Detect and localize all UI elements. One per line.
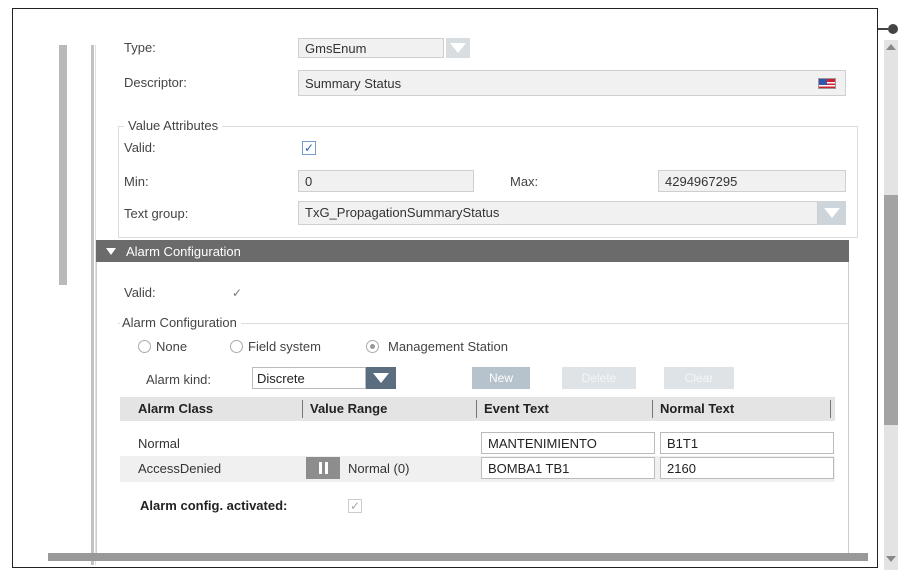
chevron-down-icon bbox=[450, 43, 466, 53]
alarm-valid-label: Valid: bbox=[124, 285, 156, 300]
bottom-scroll-strip bbox=[48, 553, 868, 561]
checkmark-icon: ✓ bbox=[231, 286, 243, 300]
row1-normal-text[interactable]: B1T1 bbox=[660, 432, 834, 454]
column-separator[interactable] bbox=[830, 400, 831, 418]
alarm-configuration-header-label: Alarm Configuration bbox=[126, 243, 241, 259]
scroll-up-icon[interactable] bbox=[886, 44, 896, 50]
radio-management-station-label: Management Station bbox=[388, 339, 508, 354]
type-label: Type: bbox=[124, 40, 156, 55]
type-field[interactable]: GmsEnum bbox=[298, 38, 444, 58]
radio-none[interactable] bbox=[138, 340, 151, 353]
min-label-row: Min: bbox=[124, 174, 149, 189]
alarm-table-header: Alarm Class Value Range Event Text Norma… bbox=[120, 397, 835, 421]
new-button[interactable]: New bbox=[472, 367, 530, 389]
left-margin bbox=[13, 9, 61, 567]
row2-value-range: Normal (0) bbox=[348, 461, 410, 476]
row1-alarm-class: Normal bbox=[138, 436, 180, 451]
chevron-down-icon bbox=[373, 373, 389, 383]
min-label: Min: bbox=[124, 174, 149, 189]
column-value-range[interactable]: Value Range bbox=[310, 401, 387, 416]
type-dropdown-button[interactable] bbox=[446, 38, 470, 58]
checkmark-icon: ✓ bbox=[303, 141, 315, 155]
row2-alarm-class: AccessDenied bbox=[138, 461, 222, 476]
pin-line bbox=[878, 28, 888, 30]
max-field[interactable]: 4294967295 bbox=[658, 170, 846, 192]
alarm-configuration-header[interactable]: Alarm Configuration bbox=[96, 240, 849, 262]
checkmark-icon: ✓ bbox=[349, 499, 361, 513]
text-group-dropdown-button[interactable] bbox=[818, 201, 846, 225]
min-field[interactable]: 0 bbox=[298, 170, 474, 192]
column-separator[interactable] bbox=[652, 400, 653, 418]
valid-checkbox[interactable]: ✓ bbox=[302, 141, 316, 155]
column-separator[interactable] bbox=[476, 400, 477, 418]
descriptor-label-row: Descriptor: bbox=[124, 75, 187, 90]
max-label: Max: bbox=[510, 174, 539, 189]
row1-event-text[interactable]: MANTENIMIENTO bbox=[481, 432, 655, 454]
descriptor-field[interactable]: Summary Status bbox=[298, 70, 846, 96]
alarm-valid-label-row: Valid: bbox=[124, 285, 156, 300]
alarm-config-activated-checkbox[interactable]: ✓ bbox=[348, 499, 362, 513]
row2-normal-text[interactable]: 2160 bbox=[660, 457, 834, 479]
descriptor-label: Descriptor: bbox=[124, 75, 187, 90]
column-normal-text[interactable]: Normal Text bbox=[660, 401, 734, 416]
value-attributes-title: Value Attributes bbox=[124, 118, 223, 133]
scroll-down-icon[interactable] bbox=[886, 556, 896, 562]
collapse-triangle-icon bbox=[106, 247, 116, 255]
column-event-text[interactable]: Event Text bbox=[484, 401, 549, 416]
chevron-down-icon bbox=[824, 208, 840, 218]
max-label-row: Max: bbox=[510, 174, 538, 189]
text-group-label: Text group: bbox=[124, 206, 189, 221]
us-flag-icon[interactable] bbox=[818, 78, 836, 89]
radio-field-system[interactable] bbox=[230, 340, 243, 353]
radio-field-system-label: Field system bbox=[248, 339, 321, 354]
pin-icon[interactable] bbox=[888, 24, 898, 34]
alarm-kind-select[interactable]: Discrete bbox=[252, 367, 366, 389]
radio-selected-dot bbox=[370, 344, 375, 349]
alarm-kind-dropdown-button[interactable] bbox=[366, 367, 396, 389]
row2-event-text[interactable]: BOMBA1 TB1 bbox=[481, 457, 655, 479]
text-group-label-row: Text group: bbox=[124, 206, 188, 221]
left-splitter-handle[interactable] bbox=[59, 45, 67, 285]
column-alarm-class[interactable]: Alarm Class bbox=[138, 401, 213, 416]
radio-management-station[interactable] bbox=[366, 340, 379, 353]
alarm-config-group-title: Alarm Configuration bbox=[120, 315, 241, 330]
column-separator[interactable] bbox=[302, 400, 303, 418]
delete-button[interactable]: Delete bbox=[562, 367, 636, 389]
alarm-valid-checkbox[interactable]: ✓ bbox=[230, 286, 244, 300]
pause-icon[interactable] bbox=[306, 457, 340, 479]
valid-label: Valid: bbox=[124, 140, 156, 155]
alarm-kind-label: Alarm kind: bbox=[146, 372, 212, 387]
scrollbar-thumb[interactable] bbox=[884, 195, 898, 425]
radio-none-label: None bbox=[156, 339, 188, 354]
left-divider bbox=[91, 45, 94, 565]
alarm-config-activated-label: Alarm config. activated: bbox=[140, 498, 288, 513]
clear-button[interactable]: Clear bbox=[664, 367, 734, 389]
valid-label-row: Valid: bbox=[124, 140, 156, 155]
text-group-field[interactable]: TxG_PropagationSummaryStatus bbox=[298, 201, 818, 225]
